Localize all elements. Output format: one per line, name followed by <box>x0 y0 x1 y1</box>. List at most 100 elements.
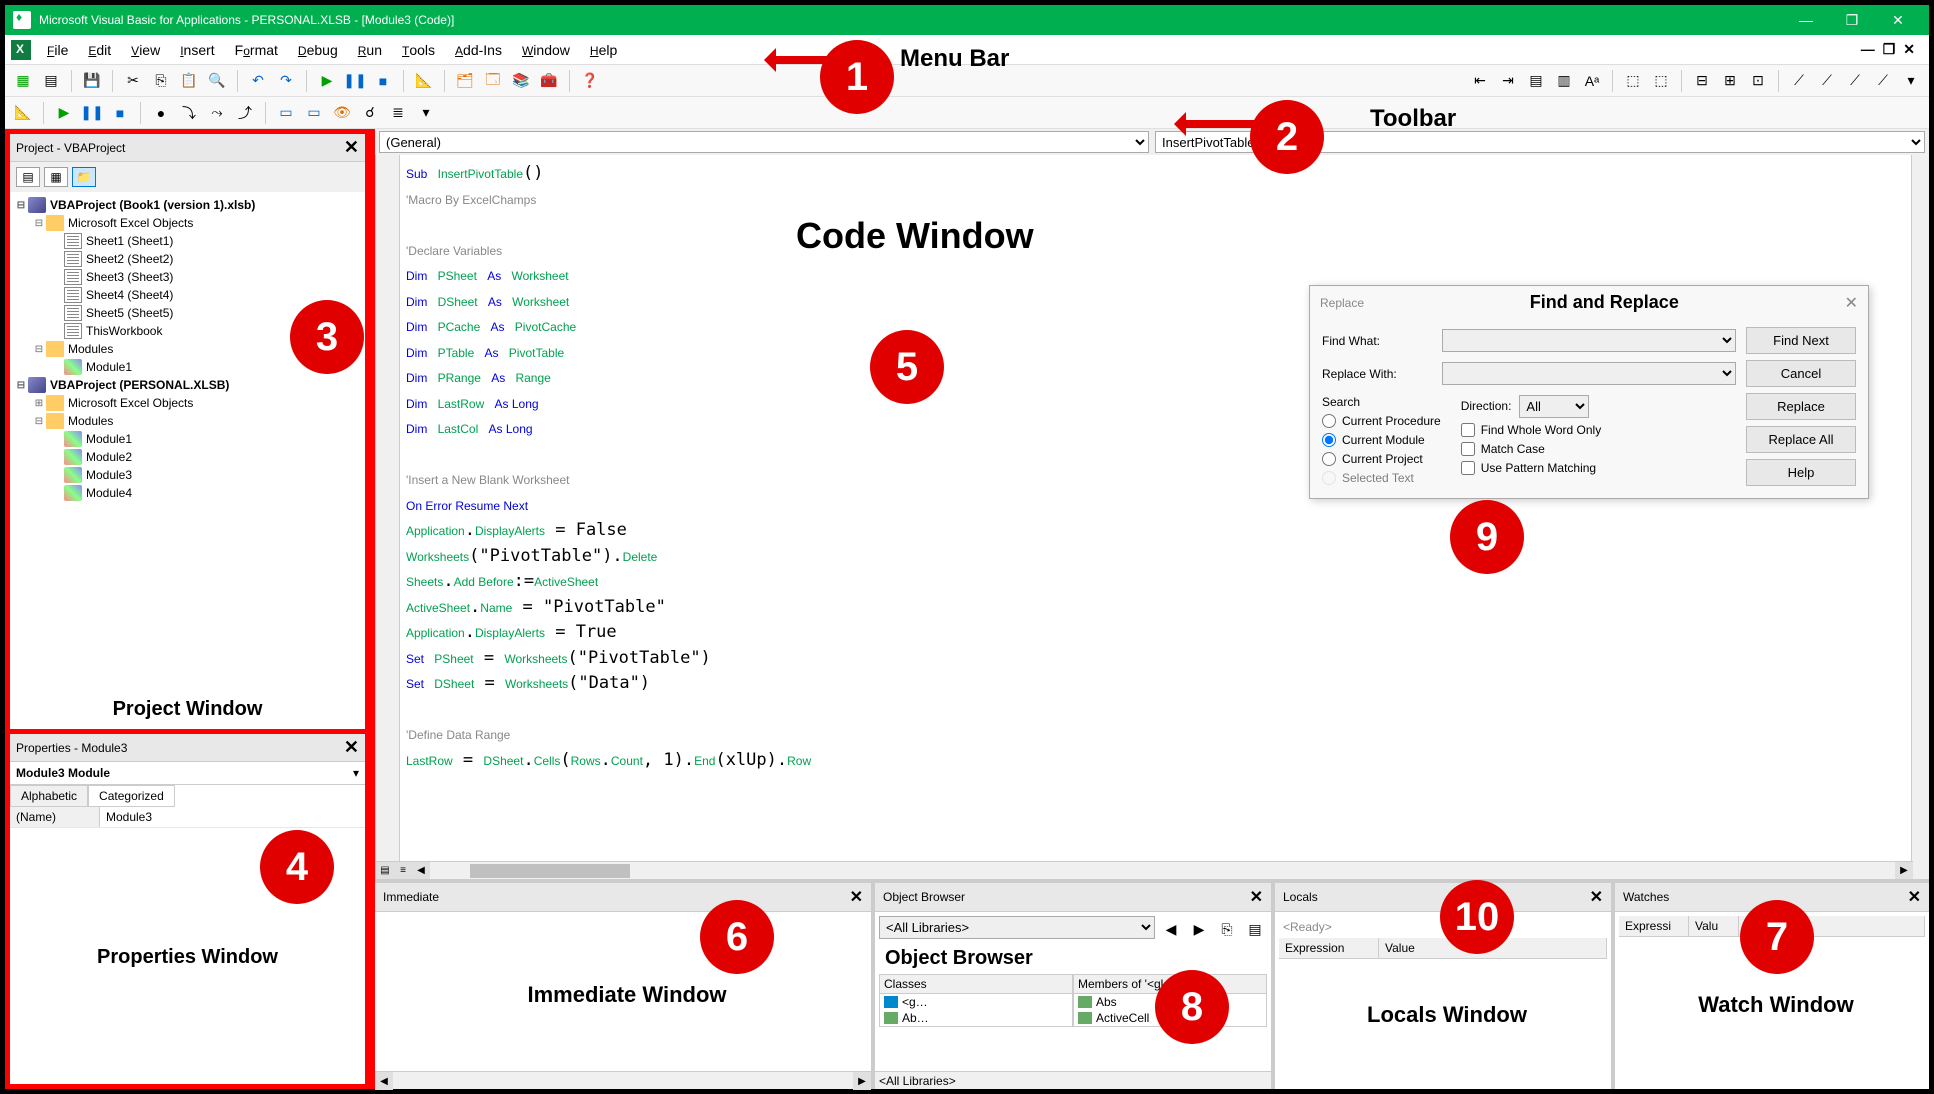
menu-addins[interactable]: Add-Ins <box>445 38 512 62</box>
break2-icon[interactable]: ❚❚ <box>80 101 104 125</box>
check-whole-word[interactable]: Find Whole Word Only <box>1461 423 1602 437</box>
code-horizontal-scrollbar[interactable]: ▤≡◀ ▶ <box>376 861 1913 879</box>
design-mode-icon[interactable]: 📐 <box>412 69 436 93</box>
direction-dropdown[interactable]: All <box>1519 395 1589 418</box>
props-tab-categorized[interactable]: Categorized <box>88 785 175 807</box>
undo-icon[interactable]: ↶ <box>246 69 270 93</box>
reset2-icon[interactable]: ■ <box>108 101 132 125</box>
menu-insert[interactable]: Insert <box>170 38 224 62</box>
immediate-icon[interactable]: ▭ <box>302 101 326 125</box>
run2-icon[interactable]: ▶ <box>52 101 76 125</box>
library-dropdown[interactable]: <All Libraries> <box>879 916 1155 939</box>
ob-back-icon[interactable]: ◀ <box>1159 918 1183 942</box>
tb-icon-l[interactable]: ⟋ <box>1871 69 1895 93</box>
ob-fwd-icon[interactable]: ▶ <box>1187 918 1211 942</box>
quick-watch-icon[interactable]: ☌ <box>358 101 382 125</box>
replace-with-input[interactable] <box>1442 362 1736 385</box>
locals-icon[interactable]: ▭ <box>274 101 298 125</box>
menu-format[interactable]: Format <box>225 38 288 62</box>
toolbox-icon[interactable]: 🧰 <box>537 69 561 93</box>
minimize-button[interactable]: — <box>1783 5 1829 35</box>
doc-minimize[interactable]: — <box>1861 41 1875 58</box>
ob-copy-icon[interactable]: ⎘ <box>1215 918 1239 942</box>
tb-icon-m[interactable]: ▾ <box>1899 69 1923 93</box>
radio-current-procedure[interactable]: Current Procedure <box>1322 414 1441 428</box>
find-next-button[interactable]: Find Next <box>1746 327 1856 354</box>
locals-close-icon[interactable]: ✕ <box>1590 887 1603 907</box>
save-icon[interactable]: 💾 <box>80 69 104 93</box>
object-browser-close-icon[interactable]: ✕ <box>1250 887 1263 907</box>
watches-col-expression[interactable]: Expressi <box>1619 916 1689 936</box>
close-button[interactable]: ✕ <box>1875 5 1921 35</box>
toggle-folders-icon[interactable]: 📁 <box>72 167 96 187</box>
breakpoint-icon[interactable]: ● <box>149 101 173 125</box>
props-object-dropdown-icon[interactable]: ▾ <box>353 766 359 780</box>
outdent-icon[interactable]: ⇥ <box>1496 69 1520 93</box>
menu-window[interactable]: Window <box>512 38 580 62</box>
project-tree[interactable]: ⊟VBAProject (Book1 (version 1).xlsb) ⊟Mi… <box>10 192 365 690</box>
find-dialog-close-icon[interactable]: ✕ <box>1845 293 1858 313</box>
menu-file[interactable]: File <box>37 38 78 62</box>
view-object-icon[interactable]: ▦ <box>44 167 68 187</box>
menu-edit[interactable]: Edit <box>78 38 121 62</box>
step-into-icon[interactable]: ⤵ <box>177 101 201 125</box>
tb2-dd[interactable]: ▾ <box>414 101 438 125</box>
help-icon[interactable]: ❓ <box>578 69 602 93</box>
replace-tab[interactable]: Replace <box>1320 296 1364 310</box>
watch-icon[interactable]: 👁 <box>330 101 354 125</box>
props-tab-alphabetic[interactable]: Alphabetic <box>10 785 88 807</box>
paste-icon[interactable]: 📋 <box>177 69 201 93</box>
code-vertical-scrollbar[interactable] <box>1911 155 1929 879</box>
doc-close[interactable]: ✕ <box>1903 41 1915 58</box>
tb-icon-i[interactable]: ⟋ <box>1787 69 1811 93</box>
class-item-ab[interactable]: Ab… <box>880 1010 1072 1026</box>
indent-icon[interactable]: ⇤ <box>1468 69 1492 93</box>
watches-close-icon[interactable]: ✕ <box>1908 887 1921 907</box>
menu-help[interactable]: Help <box>580 38 627 62</box>
design-mode-icon2[interactable]: 📐 <box>11 101 35 125</box>
locals-col-expression[interactable]: Expression <box>1279 938 1379 958</box>
tb-icon-j[interactable]: ⟋ <box>1815 69 1839 93</box>
doc-restore[interactable]: ❐ <box>1883 41 1896 58</box>
cancel-button[interactable]: Cancel <box>1746 360 1856 387</box>
watches-col-value[interactable]: Valu <box>1689 916 1739 936</box>
run-icon[interactable]: ▶ <box>315 69 339 93</box>
copy-icon[interactable]: ⎘ <box>149 69 173 93</box>
menu-tools[interactable]: Tools <box>392 38 445 62</box>
class-item-globals[interactable]: <g… <box>880 994 1072 1010</box>
break-icon[interactable]: ❚❚ <box>343 69 367 93</box>
menu-run[interactable]: Run <box>348 38 392 62</box>
tb-icon-g[interactable]: ⊞ <box>1718 69 1742 93</box>
properties-window-icon[interactable]: 🗔 <box>481 69 505 93</box>
view-excel-icon[interactable]: ▦ <box>11 69 35 93</box>
tb-icon-c[interactable]: Aᵃ <box>1580 69 1604 93</box>
tb-icon-e[interactable]: ⬚ <box>1649 69 1673 93</box>
view-code-icon[interactable]: ▤ <box>16 167 40 187</box>
ob-def-icon[interactable]: ▤ <box>1243 918 1267 942</box>
tb-icon-d[interactable]: ⬚ <box>1621 69 1645 93</box>
project-explorer-icon[interactable]: 🗂 <box>453 69 477 93</box>
tb-icon-b[interactable]: ▥ <box>1552 69 1576 93</box>
reset-icon[interactable]: ■ <box>371 69 395 93</box>
check-match-case[interactable]: Match Case <box>1461 442 1602 456</box>
radio-selected-text[interactable]: Selected Text <box>1322 471 1441 485</box>
call-stack-icon[interactable]: ≣ <box>386 101 410 125</box>
radio-current-module[interactable]: Current Module <box>1322 433 1441 447</box>
tb-icon-h[interactable]: ⊡ <box>1746 69 1770 93</box>
menu-debug[interactable]: Debug <box>288 38 348 62</box>
excel-icon[interactable] <box>11 40 31 60</box>
menu-view[interactable]: View <box>121 38 170 62</box>
radio-current-project[interactable]: Current Project <box>1322 452 1441 466</box>
code-object-dropdown[interactable]: (General) <box>379 131 1149 153</box>
project-panel-close-icon[interactable]: ✕ <box>344 137 359 158</box>
immediate-close-icon[interactable]: ✕ <box>850 887 863 907</box>
help-button[interactable]: Help <box>1746 459 1856 486</box>
redo-icon[interactable]: ↷ <box>274 69 298 93</box>
find-what-input[interactable] <box>1442 329 1736 352</box>
step-over-icon[interactable]: ⤳ <box>205 101 229 125</box>
props-row-name[interactable]: (Name)Module3 <box>10 807 365 828</box>
tb-icon-a[interactable]: ▤ <box>1524 69 1548 93</box>
properties-panel-close-icon[interactable]: ✕ <box>344 737 359 758</box>
step-out-icon[interactable]: ⤴ <box>233 101 257 125</box>
insert-module-icon[interactable]: ▤ <box>39 69 63 93</box>
